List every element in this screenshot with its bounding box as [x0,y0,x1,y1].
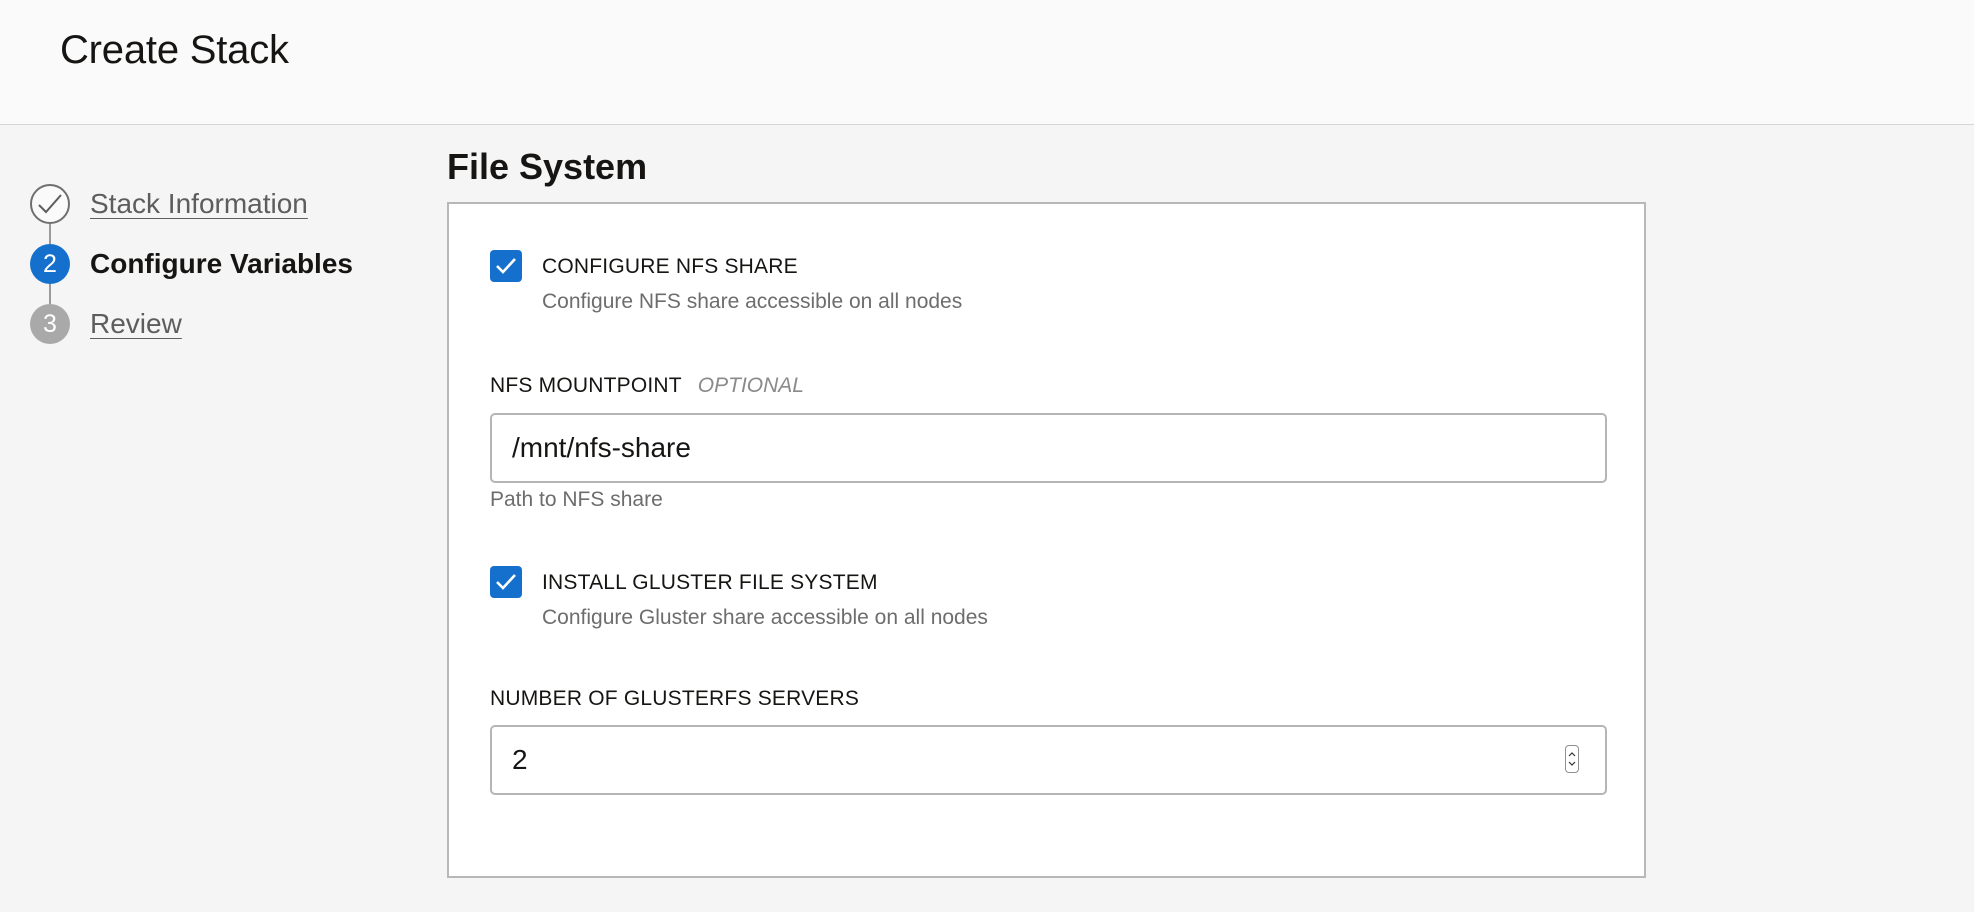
step-label-configure-variables: Configure Variables [90,248,353,279]
file-system-panel: CONFIGURE NFS SHARE Configure NFS share … [447,202,1646,878]
step-connector [49,224,51,244]
install-gluster-checkbox[interactable] [490,566,522,598]
glusterfs-servers-label: NUMBER OF GLUSTERFS SERVERS [490,687,860,710]
step-review[interactable]: 3 Review [30,304,182,344]
optional-tag: OPTIONAL [697,374,804,397]
configure-nfs-help: Configure NFS share accessible on all no… [542,290,963,313]
configure-nfs-checkbox[interactable] [490,250,522,282]
page-header: Create Stack [0,0,1974,125]
step-label-stack-information[interactable]: Stack Information [90,188,308,220]
step-number-badge: 3 [30,304,70,344]
nfs-mountpoint-label: NFS MOUNTPOINT OPTIONAL [490,374,804,398]
configure-nfs-label: CONFIGURE NFS SHARE [542,255,798,278]
install-gluster-label: INSTALL GLUSTER FILE SYSTEM [542,571,878,594]
section-title: File System [447,146,648,187]
nfs-mountpoint-input[interactable] [490,413,1607,483]
step-number-badge: 2 [30,244,70,284]
step-configure-variables: 2 Configure Variables [30,244,353,284]
nfs-mountpoint-label-text: NFS MOUNTPOINT [490,374,682,397]
checkmark-icon [496,574,516,590]
chevron-up-down-icon [1568,752,1576,766]
step-label-review[interactable]: Review [90,308,182,340]
number-stepper[interactable] [1565,745,1579,773]
step-stack-information[interactable]: Stack Information [30,184,308,224]
check-circle-icon [30,184,70,224]
page-title: Create Stack [60,28,289,72]
nfs-mountpoint-help: Path to NFS share [490,488,663,511]
glusterfs-servers-input[interactable] [490,725,1607,795]
install-gluster-help: Configure Gluster share accessible on al… [542,606,988,629]
step-connector [49,284,51,304]
checkmark-icon [496,258,516,274]
glusterfs-servers-field [490,725,1607,795]
